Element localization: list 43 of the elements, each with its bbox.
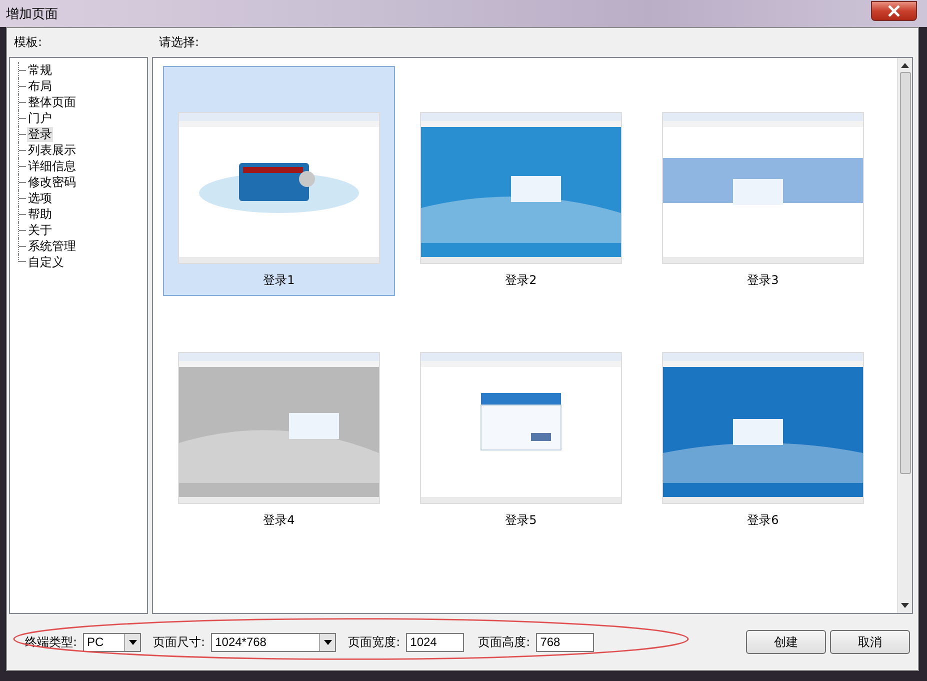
template-item[interactable]: 登录5 [405, 306, 637, 536]
scroll-up-icon[interactable] [901, 62, 909, 68]
window-title: 增加页面 [6, 6, 58, 22]
tree-item[interactable]: 帮助 [27, 206, 53, 222]
tree-item[interactable]: 登录 [27, 126, 53, 142]
input-field[interactable]: 768 [536, 632, 594, 652]
template-item[interactable]: 登录3 [647, 66, 879, 296]
tree-item[interactable]: 门户 [27, 110, 53, 126]
dialog-button[interactable]: 创建 [746, 630, 826, 654]
dropdown[interactable]: PC [83, 632, 142, 652]
field-label: 页面宽度: [348, 634, 400, 650]
tree-item[interactable]: 整体页面 [27, 94, 77, 110]
dialog-button[interactable]: 取消 [830, 630, 910, 654]
scrollbar[interactable] [897, 58, 912, 613]
template-label: 登录3 [747, 272, 779, 289]
tree-item[interactable]: 修改密码 [27, 174, 77, 190]
template-label: 登录4 [263, 512, 295, 529]
template-item[interactable]: 登录2 [405, 66, 637, 296]
input-field[interactable]: 1024 [406, 632, 464, 652]
template-label: 登录2 [505, 272, 537, 289]
template-item[interactable]: 登录6 [647, 306, 879, 536]
tree-item[interactable]: 常规 [27, 62, 53, 78]
template-label: 登录6 [747, 512, 779, 529]
tree-item[interactable]: 自定义 [27, 254, 65, 270]
close-icon [887, 4, 901, 16]
tree-item[interactable]: 详细信息 [27, 158, 77, 174]
scroll-thumb[interactable] [900, 72, 910, 474]
template-item[interactable]: 登录1 [163, 66, 395, 296]
dropdown[interactable]: 1024*768 [211, 632, 336, 652]
field-label: 页面尺寸: [153, 634, 206, 650]
panel-label: 模板: [14, 34, 44, 51]
tree-item[interactable]: 选项 [27, 190, 53, 206]
tree-item[interactable]: 关于 [27, 222, 53, 238]
field-label: 页面高度: [478, 634, 530, 650]
panel-label: 请选择: [159, 34, 200, 51]
template-label: 登录5 [505, 512, 537, 529]
tree-item[interactable]: 系统管理 [27, 238, 77, 254]
close-button[interactable] [871, 0, 917, 20]
tree-item[interactable]: 列表展示 [27, 142, 77, 158]
template-label: 登录1 [263, 272, 295, 289]
template-item[interactable]: 登录4 [163, 306, 395, 536]
scroll-down-icon[interactable] [901, 603, 909, 609]
tree-item[interactable]: 布局 [27, 78, 53, 94]
